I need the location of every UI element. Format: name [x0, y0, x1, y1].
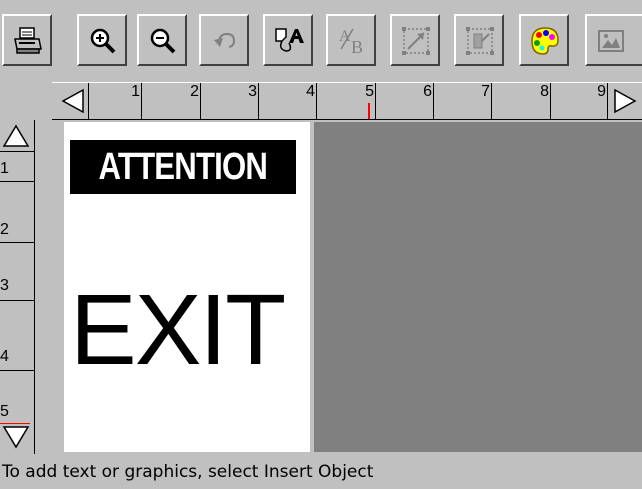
text-format-icon: A B — [339, 28, 363, 57]
toolbar: A B — [0, 0, 642, 80]
triangle-down-icon[interactable] — [2, 425, 30, 449]
text-properties-button[interactable] — [263, 14, 313, 66]
ruler-number: 5 — [365, 83, 374, 100]
zoom-in-icon — [90, 28, 116, 54]
ruler-tick — [200, 83, 201, 119]
ruler-number: 2 — [190, 83, 199, 100]
design-canvas[interactable]: ATTENTION EXIT — [52, 120, 642, 454]
ruler-number: 2 — [0, 221, 9, 238]
color-palette-button[interactable] — [519, 14, 569, 66]
status-message: To add text or graphics, select Insert O… — [2, 462, 374, 482]
label-header-band[interactable]: ATTENTION — [70, 140, 296, 194]
ruler-tick — [550, 83, 551, 119]
palette-icon — [531, 27, 559, 55]
triangle-right-icon[interactable] — [612, 88, 638, 114]
triangle-up-icon[interactable] — [2, 124, 30, 148]
ruler-tick — [0, 181, 34, 182]
workspace-background — [314, 122, 642, 452]
ruler-tick — [0, 300, 34, 301]
ruler-tick — [258, 83, 259, 119]
ruler-tick — [316, 83, 317, 119]
undo-button[interactable] — [199, 14, 249, 66]
label-header-text: ATTENTION — [98, 145, 268, 188]
align-object-button[interactable] — [454, 14, 504, 66]
ruler-tick — [607, 83, 608, 119]
text-format-button[interactable]: A B — [326, 14, 376, 66]
ruler-tick — [0, 242, 34, 243]
svg-text:B: B — [351, 37, 363, 57]
status-bar: To add text or graphics, select Insert O… — [0, 456, 642, 489]
zoom-in-button[interactable] — [77, 14, 127, 66]
ruler-number: 3 — [0, 277, 9, 294]
label-page[interactable]: ATTENTION EXIT — [64, 122, 310, 452]
ruler-tick — [0, 151, 34, 152]
ruler-tick — [0, 370, 34, 371]
cursor-marker — [368, 103, 370, 120]
ruler-tick — [433, 83, 434, 119]
ruler-baseline — [34, 120, 35, 454]
ruler-number: 1 — [131, 83, 140, 100]
zoom-out-button[interactable] — [137, 14, 187, 66]
ruler-tick — [141, 83, 142, 119]
triangle-left-icon[interactable] — [60, 88, 86, 114]
picture-icon — [598, 30, 624, 52]
vertical-ruler: 1 2 3 4 5 — [0, 120, 52, 454]
ruler-number: 9 — [597, 83, 606, 100]
label-body-text[interactable]: EXIT — [70, 280, 310, 380]
cursor-marker — [0, 423, 30, 424]
insert-picture-button[interactable] — [585, 14, 642, 66]
ruler-number: 1 — [0, 160, 9, 177]
ruler-number: 5 — [0, 403, 9, 420]
ruler-number: 4 — [0, 348, 9, 365]
align-object-icon — [466, 27, 494, 55]
ruler-number: 3 — [248, 83, 257, 100]
undo-icon — [214, 32, 236, 48]
horizontal-ruler: 1 2 3 4 5 6 7 8 9 — [52, 82, 642, 121]
ruler-tick — [491, 83, 492, 119]
ruler-number: 7 — [481, 83, 490, 100]
ruler-corner — [0, 82, 52, 120]
ruler-tick — [375, 83, 376, 119]
ruler-number: 4 — [306, 83, 315, 100]
resize-object-button[interactable] — [390, 14, 440, 66]
text-properties-icon — [275, 28, 304, 52]
ruler-tick — [88, 83, 89, 119]
resize-object-icon — [402, 27, 430, 55]
ruler-number: 6 — [423, 83, 432, 100]
ruler-number: 8 — [540, 83, 549, 100]
printer-icon — [14, 27, 42, 54]
print-button[interactable] — [2, 14, 52, 66]
zoom-out-icon — [150, 28, 176, 54]
